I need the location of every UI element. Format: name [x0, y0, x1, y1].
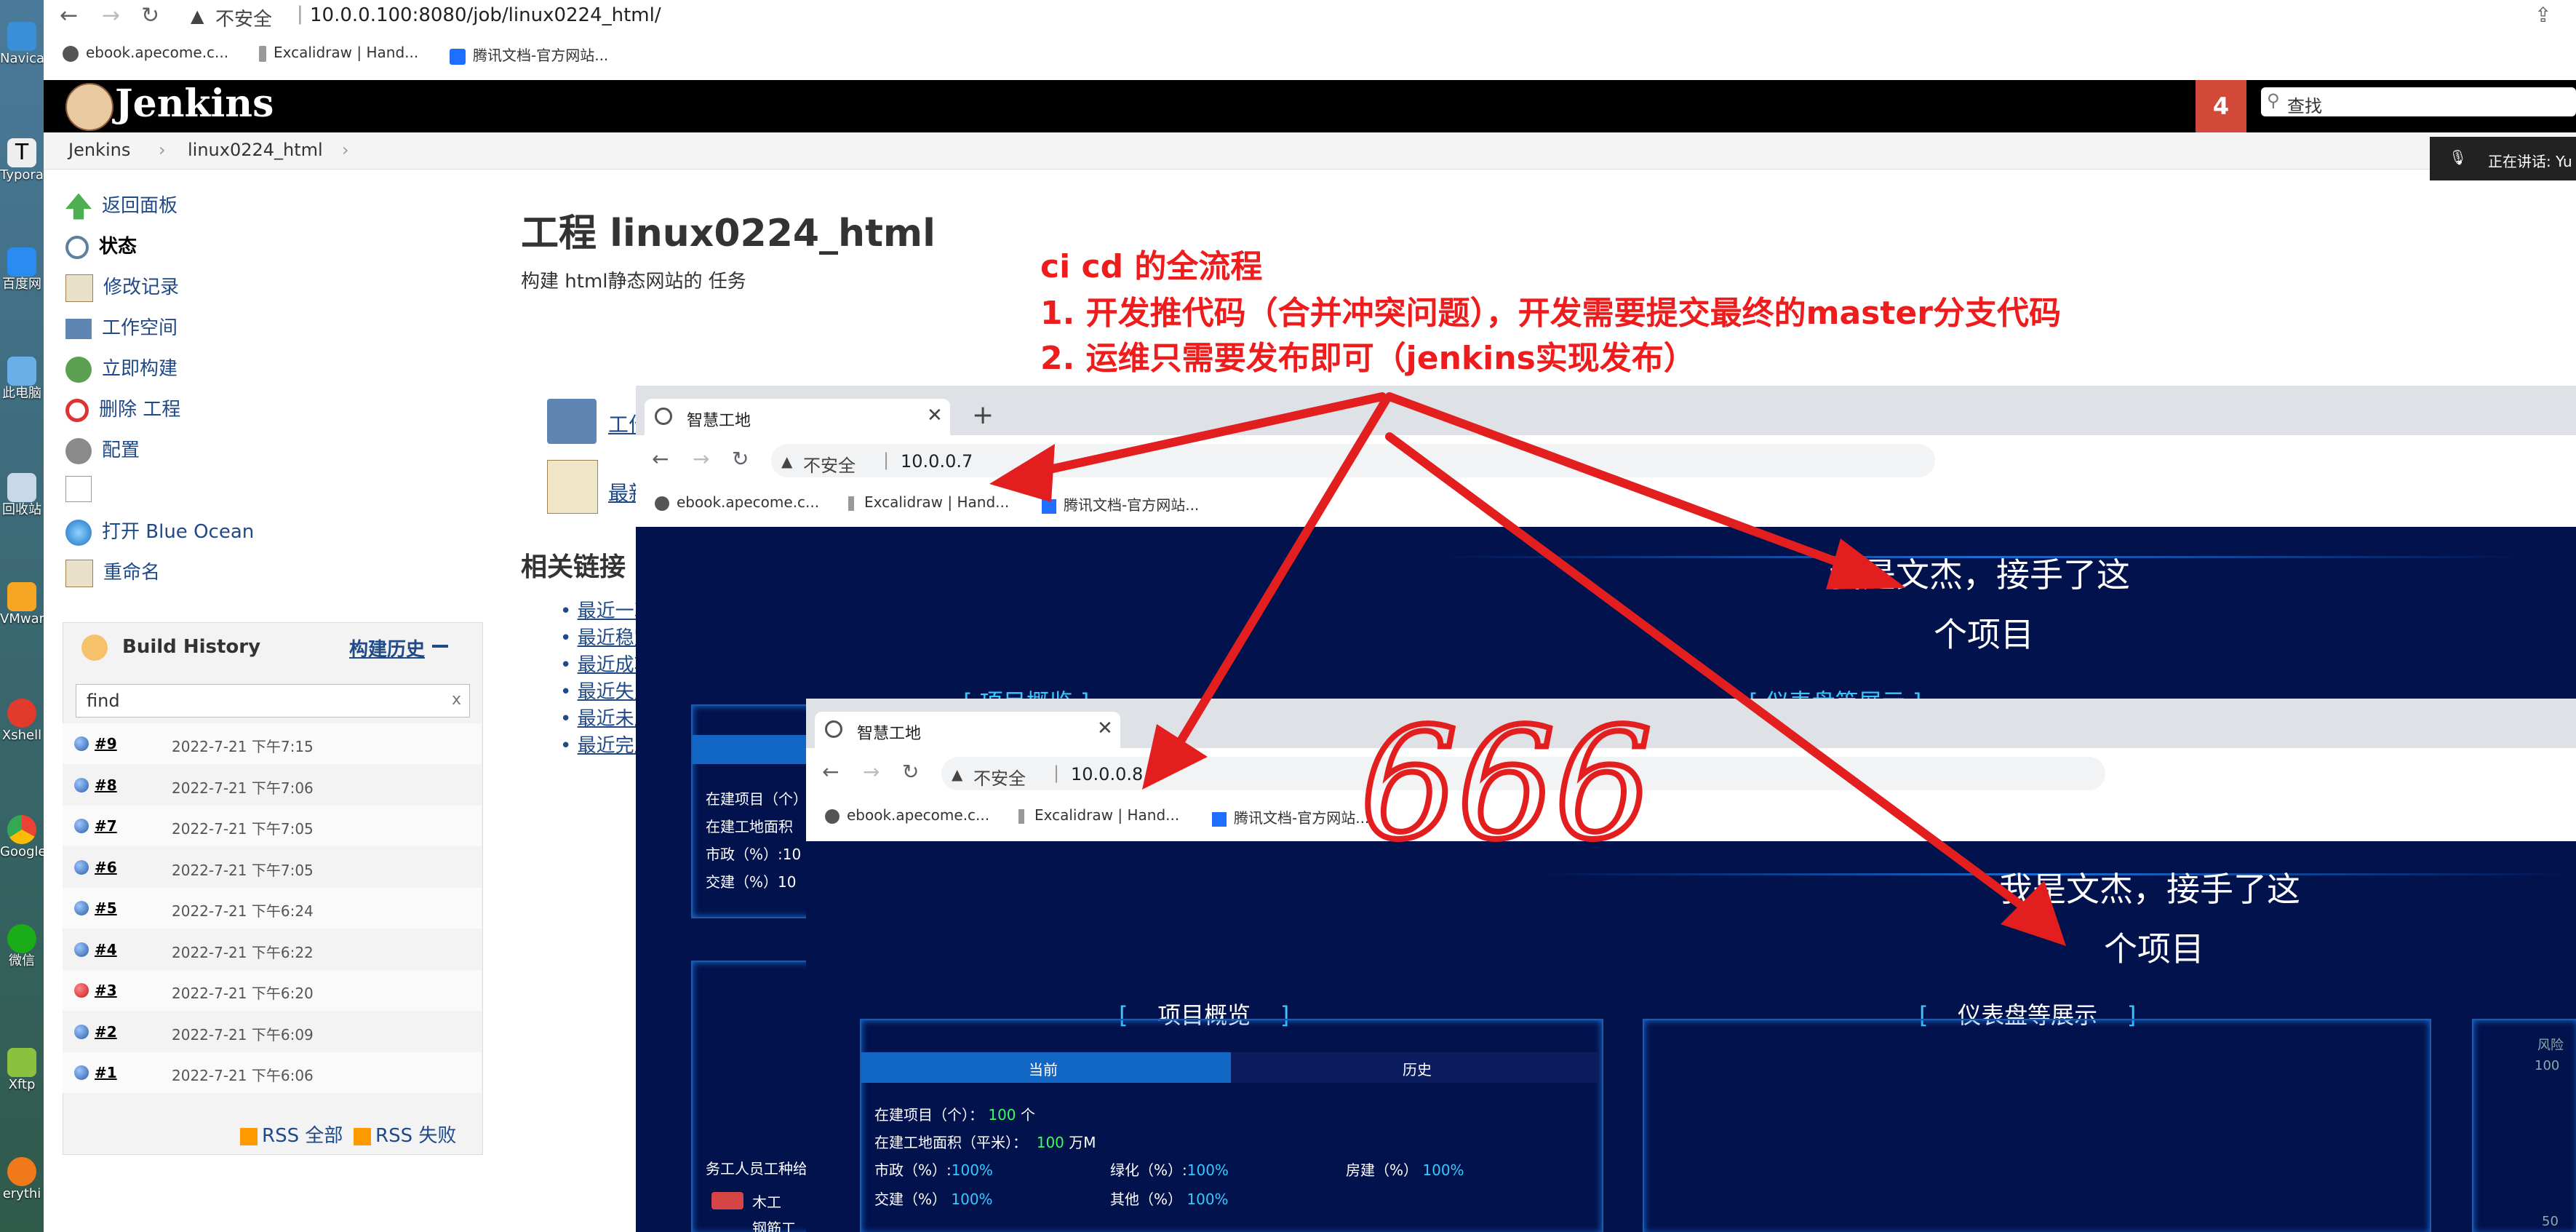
handwriting-666: 666	[1360, 695, 1652, 873]
arrow-to-window1-url	[1029, 392, 1387, 477]
arrow-head-icon	[989, 444, 1055, 502]
arrow-head-icon	[1142, 724, 1208, 790]
arrow-to-window2-url	[1167, 396, 1390, 761]
arrow-head-icon	[1826, 538, 1906, 589]
annotation-overlay: 666	[989, 392, 2066, 946]
arrow-head-icon	[2001, 881, 2066, 946]
